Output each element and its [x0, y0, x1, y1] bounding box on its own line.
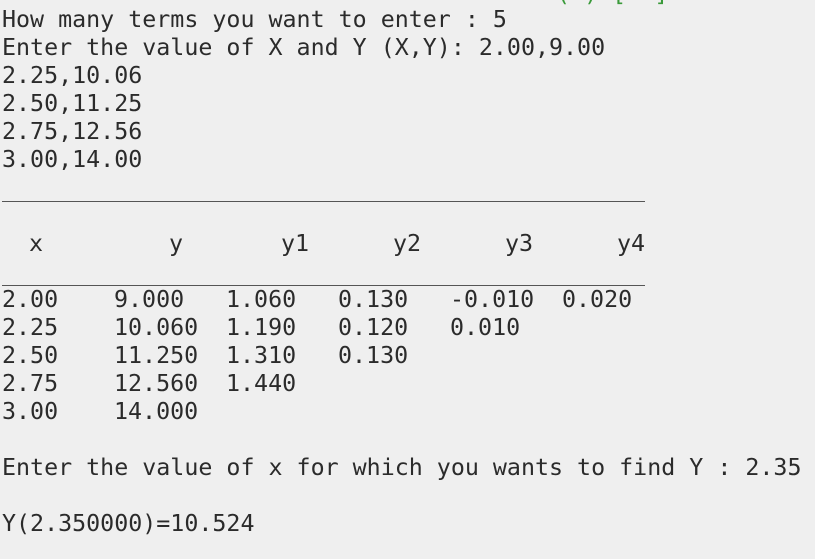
table-cell-y3: -0.010 [450, 286, 535, 313]
table-cell-y: 10.060 [114, 314, 199, 341]
entry-line: 2.25,10.06 [2, 62, 143, 89]
column-header-y4: y4 [617, 230, 646, 257]
table-cell-y3: 0.010 [450, 314, 521, 341]
table-cell-y2: 0.130 [338, 342, 409, 369]
table-cell-x: 2.25 [2, 314, 59, 341]
entry-line: 2.75,12.56 [2, 118, 143, 145]
table-cell-x: 2.00 [2, 286, 59, 313]
entry-line: 2.50,11.25 [2, 90, 143, 117]
result-line: Y(2.350000)=10.524 [2, 510, 255, 537]
terminal-window[interactable]: — ' ' (’) [ ] How many terms you want to… [0, 0, 815, 559]
table-cell-y: 11.250 [114, 342, 199, 369]
table-cell-y: 9.000 [114, 286, 185, 313]
prompt-enter-xy: Enter the value of X and Y (X,Y): 2.00,9… [2, 34, 606, 61]
table-cell-y2: 0.120 [338, 314, 409, 341]
table-cell-y1: 1.440 [226, 370, 297, 397]
table-cell-y1: 1.310 [226, 342, 297, 369]
table-cell-x: 3.00 [2, 398, 59, 425]
table-cell-x: 2.75 [2, 370, 59, 397]
prompt-number-of-terms: How many terms you want to enter : 5 [2, 6, 507, 33]
column-header-y: y [169, 230, 184, 257]
table-header-rule [2, 285, 645, 286]
prompt-find-y: Enter the value of x for which you wants… [2, 454, 802, 481]
column-header-y3: y3 [505, 230, 534, 257]
column-header-y2: y2 [393, 230, 422, 257]
entry-line: 3.00,14.00 [2, 146, 143, 173]
table-cell-y1: 1.190 [226, 314, 297, 341]
table-cell-y: 12.560 [114, 370, 199, 397]
table-cell-y: 14.000 [114, 398, 199, 425]
table-top-rule [2, 201, 645, 202]
table-cell-y1: 1.060 [226, 286, 297, 313]
table-cell-y2: 0.130 [338, 286, 409, 313]
column-header-x: x [29, 230, 44, 257]
table-cell-y4: 0.020 [562, 286, 633, 313]
partial-text-right: ' (’) [ ] [528, 0, 668, 6]
column-header-y1: y1 [281, 230, 310, 257]
table-cell-x: 2.50 [2, 342, 59, 369]
